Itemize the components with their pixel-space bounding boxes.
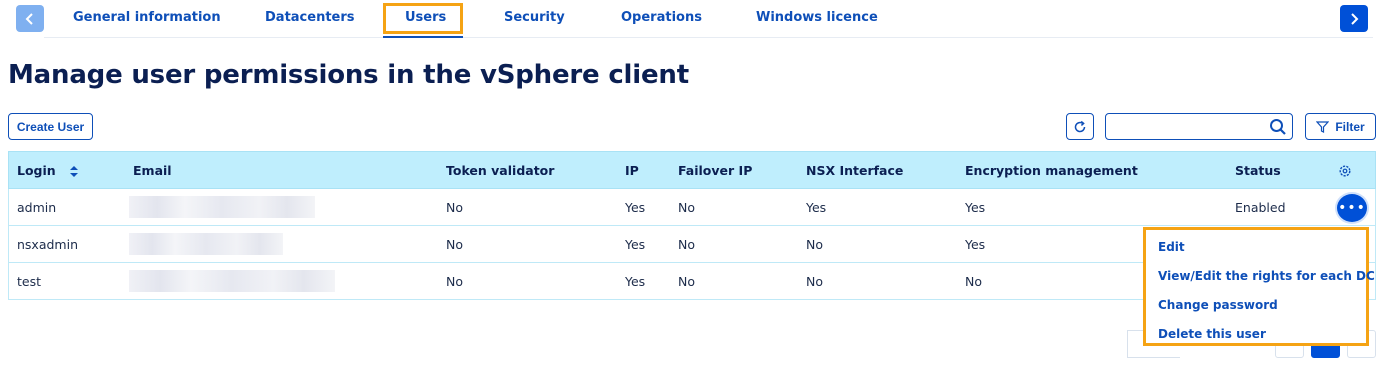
- tabs-prev-button[interactable]: [16, 5, 44, 32]
- chevron-right-icon: [1351, 12, 1359, 25]
- cell-failover-ip: No: [678, 200, 695, 215]
- cell-encryption: No: [965, 274, 982, 289]
- search-input[interactable]: [1112, 114, 1262, 139]
- tab-users[interactable]: Users: [405, 10, 446, 25]
- column-header-email: Email: [133, 163, 172, 178]
- cell-login: admin: [17, 200, 57, 215]
- filter-button[interactable]: Filter: [1305, 113, 1376, 140]
- column-header-status: Status: [1235, 163, 1281, 178]
- tab-operations[interactable]: Operations: [621, 10, 702, 25]
- cell-nsx-interface: No: [806, 274, 823, 289]
- sort-icon[interactable]: [70, 166, 79, 177]
- more-horizontal-icon: •••: [1338, 200, 1366, 216]
- refresh-icon: [1074, 120, 1086, 132]
- search-field[interactable]: [1105, 113, 1293, 140]
- cell-login: nsxadmin: [17, 237, 78, 252]
- tab-active-indicator: [383, 36, 463, 38]
- tab-bar: General information Datacenters Users Se…: [0, 0, 1393, 40]
- tabs-next-button[interactable]: [1340, 5, 1368, 32]
- cell-login: test: [17, 274, 42, 289]
- column-settings-icon[interactable]: [1338, 164, 1352, 178]
- create-user-button[interactable]: Create User: [8, 113, 93, 140]
- email-redacted: [129, 233, 283, 255]
- tab-security[interactable]: Security: [504, 10, 565, 25]
- cell-ip: Yes: [625, 274, 646, 289]
- cell-nsx-interface: No: [806, 237, 823, 252]
- funnel-icon: [1316, 120, 1330, 133]
- column-header-ip: IP: [625, 163, 639, 178]
- tab-windows-licence[interactable]: Windows licence: [756, 10, 878, 25]
- column-header-login[interactable]: Login: [17, 163, 79, 178]
- cell-status: Enabled: [1235, 200, 1286, 215]
- filter-label: Filter: [1335, 119, 1365, 134]
- cell-failover-ip: No: [678, 237, 695, 252]
- table-row: admin No Yes No Yes Yes Enabled •••: [8, 189, 1376, 226]
- menu-item-change-password[interactable]: Change password: [1146, 295, 1366, 324]
- row-actions-menu: Edit View/Edit the rights for each DC Ch…: [1143, 227, 1375, 346]
- tab-general-information[interactable]: General information: [73, 10, 221, 25]
- cell-token-validator: No: [446, 274, 463, 289]
- cell-token-validator: No: [446, 237, 463, 252]
- column-header-encryption-management: Encryption management: [965, 163, 1138, 178]
- search-icon[interactable]: [1269, 118, 1287, 136]
- cell-encryption: Yes: [965, 200, 986, 215]
- row-actions-button[interactable]: •••: [1337, 194, 1367, 222]
- menu-item-view-edit-rights[interactable]: View/Edit the rights for each DC: [1146, 266, 1375, 295]
- email-redacted: [129, 270, 335, 292]
- cell-failover-ip: No: [678, 274, 695, 289]
- table-header: Login Email Token validator IP Failover …: [8, 151, 1376, 189]
- column-header-failover-ip: Failover IP: [678, 163, 753, 178]
- tab-datacenters[interactable]: Datacenters: [265, 10, 355, 25]
- menu-item-edit[interactable]: Edit: [1146, 237, 1366, 266]
- refresh-button[interactable]: [1066, 113, 1094, 140]
- cell-ip: Yes: [625, 237, 646, 252]
- tab-bar-divider: [44, 37, 1373, 38]
- column-header-nsx-interface: NSX Interface: [806, 163, 904, 178]
- page-title: Manage user permissions in the vSphere c…: [8, 60, 689, 90]
- menu-item-delete-user[interactable]: Delete this user: [1146, 324, 1366, 353]
- cell-nsx-interface: Yes: [806, 200, 827, 215]
- cell-token-validator: No: [446, 200, 463, 215]
- cell-encryption: Yes: [965, 237, 986, 252]
- cell-ip: Yes: [625, 200, 646, 215]
- column-header-token-validator: Token validator: [446, 163, 555, 178]
- chevron-left-icon: [25, 12, 33, 25]
- email-redacted: [129, 196, 315, 218]
